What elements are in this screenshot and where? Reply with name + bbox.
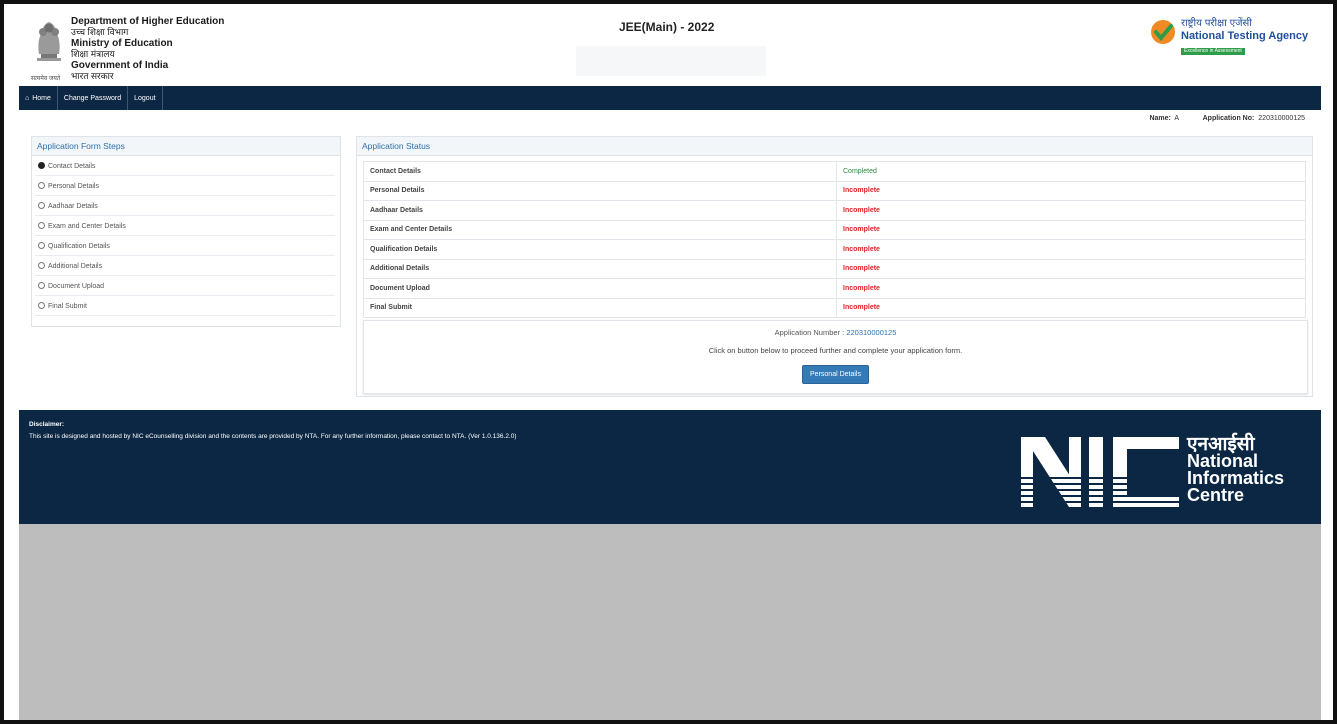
dept-line: Ministry of Education bbox=[71, 38, 173, 49]
section-name: Aadhaar Details bbox=[363, 200, 837, 221]
circle-icon bbox=[38, 242, 45, 249]
nta-brand: राष्ट्रीय परीक्षा एजेंसी National Testin… bbox=[1181, 18, 1308, 55]
form-steps-panel: Application Form Steps Contact Details P… bbox=[31, 136, 341, 327]
nav-logout[interactable]: Logout bbox=[128, 86, 163, 110]
status-table: Contact Details Completed Personal Detail… bbox=[363, 161, 1306, 318]
step-label: Contact Details bbox=[48, 163, 96, 170]
nta-tagline: Excellence in Assessment bbox=[1181, 48, 1245, 55]
table-row: Qualification Details Incomplete bbox=[363, 239, 1306, 260]
table-row: Personal Details Incomplete bbox=[363, 180, 1306, 201]
proceed-instruction: Click on button below to proceed further… bbox=[708, 346, 963, 355]
table-row: Aadhaar Details Incomplete bbox=[363, 200, 1306, 221]
application-status-title: Application Status bbox=[357, 137, 1312, 156]
circle-icon bbox=[38, 282, 45, 289]
section-name: Exam and Center Details bbox=[363, 219, 837, 240]
section-name: Document Upload bbox=[363, 278, 837, 299]
nta-name: National Testing Agency bbox=[1181, 30, 1309, 42]
dept-line: भारत सरकार bbox=[71, 71, 114, 81]
section-name: Personal Details bbox=[363, 180, 837, 201]
step-personal-details[interactable]: Personal Details bbox=[35, 177, 335, 196]
step-document-upload[interactable]: Document Upload bbox=[35, 277, 335, 296]
top-navbar: ⌂ Home Change Password Logout bbox=[19, 86, 1321, 110]
step-qualification-details[interactable]: Qualification Details bbox=[35, 237, 335, 256]
header-banner-placeholder bbox=[576, 46, 766, 76]
application-number-label: Application Number : bbox=[774, 328, 845, 337]
nta-check-logo-icon bbox=[1151, 20, 1175, 44]
emblem-caption: सत्यमेव जयते bbox=[31, 76, 61, 82]
application-no-value: 220310000125 bbox=[1258, 115, 1305, 122]
circle-icon bbox=[38, 202, 45, 209]
home-icon: ⌂ bbox=[25, 94, 30, 102]
circle-icon bbox=[38, 262, 45, 269]
dept-line: Government of India bbox=[71, 60, 169, 71]
step-additional-details[interactable]: Additional Details bbox=[35, 257, 335, 276]
circle-icon bbox=[38, 182, 45, 189]
dept-line: शिक्षा मंत्रालय bbox=[71, 49, 115, 59]
site-footer: Disclaimer: This site is designed and ho… bbox=[19, 410, 1321, 524]
exam-title: JEE(Main) - 2022 bbox=[619, 20, 715, 34]
section-name: Additional Details bbox=[363, 258, 837, 279]
user-info-bar: Name: A Application No: 220310000125 bbox=[1149, 115, 1305, 122]
step-label: Qualification Details bbox=[48, 243, 110, 250]
section-status: Incomplete bbox=[836, 297, 1306, 318]
application-status-panel: Application Status Contact Details Comple… bbox=[356, 136, 1313, 397]
step-label: Document Upload bbox=[48, 283, 105, 290]
section-status: Completed bbox=[836, 161, 1306, 182]
section-name: Qualification Details bbox=[363, 239, 837, 260]
nic-name-line: Centre bbox=[1187, 485, 1245, 505]
name-value: A bbox=[1174, 115, 1179, 122]
circle-icon bbox=[38, 302, 45, 309]
step-label: Exam and Center Details bbox=[48, 223, 126, 230]
application-number-value: 220310000125 bbox=[846, 328, 897, 337]
proceed-box: Application Number : 220310000125 Click … bbox=[363, 320, 1308, 394]
dept-line: Department of Higher Education bbox=[71, 16, 225, 27]
section-status: Incomplete bbox=[836, 200, 1306, 221]
circle-icon bbox=[38, 222, 45, 229]
step-exam-center-details[interactable]: Exam and Center Details bbox=[35, 217, 335, 236]
section-status: Incomplete bbox=[836, 219, 1306, 240]
application-no-label: Application No: bbox=[1202, 115, 1255, 122]
name-label: Name: bbox=[1149, 115, 1171, 122]
nta-hindi-name: राष्ट्रीय परीक्षा एजेंसी bbox=[1181, 18, 1252, 29]
step-aadhaar-details[interactable]: Aadhaar Details bbox=[35, 197, 335, 216]
national-emblem-icon bbox=[37, 22, 61, 61]
table-row: Contact Details Completed bbox=[363, 161, 1306, 182]
form-steps-title: Application Form Steps bbox=[32, 137, 340, 156]
table-row: Additional Details Incomplete bbox=[363, 258, 1306, 279]
step-label: Additional Details bbox=[48, 263, 103, 270]
empty-page-area bbox=[19, 524, 1321, 720]
section-status: Incomplete bbox=[836, 258, 1306, 279]
nic-brand: एनआईसी National Informatics Centre bbox=[1187, 435, 1284, 505]
nic-logo-icon bbox=[1021, 437, 1179, 507]
nav-home[interactable]: ⌂ Home bbox=[19, 86, 58, 110]
step-contact-details[interactable]: Contact Details bbox=[35, 157, 335, 176]
page: Department of Higher Education उच्च शिक्… bbox=[19, 4, 1321, 720]
ministry-block: Department of Higher Education उच्च शिक्… bbox=[31, 16, 225, 82]
step-label: Aadhaar Details bbox=[48, 203, 98, 210]
browser-frame: Department of Higher Education उच्च शिक्… bbox=[0, 0, 1337, 724]
section-name: Final Submit bbox=[363, 297, 837, 318]
nav-home-label: Home bbox=[32, 94, 51, 102]
section-name: Contact Details bbox=[363, 161, 837, 182]
table-row: Exam and Center Details Incomplete bbox=[363, 219, 1306, 240]
disclaimer-title: Disclaimer: bbox=[29, 421, 65, 428]
table-row: Document Upload Incomplete bbox=[363, 278, 1306, 299]
section-status: Incomplete bbox=[836, 278, 1306, 299]
step-label: Personal Details bbox=[48, 183, 99, 190]
section-status: Incomplete bbox=[836, 239, 1306, 260]
check-circle-icon bbox=[38, 162, 45, 169]
section-status: Incomplete bbox=[836, 180, 1306, 201]
site-header: Department of Higher Education उच्च शिक्… bbox=[19, 4, 1321, 86]
disclaimer-text: This site is designed and hosted by NIC … bbox=[29, 433, 517, 440]
step-final-submit[interactable]: Final Submit bbox=[35, 297, 335, 316]
nav-change-password[interactable]: Change Password bbox=[58, 86, 129, 110]
table-row: Final Submit Incomplete bbox=[363, 297, 1306, 318]
personal-details-button[interactable]: Personal Details bbox=[802, 365, 869, 384]
step-label: Final Submit bbox=[48, 303, 87, 310]
application-number-line: Application Number : 220310000125 bbox=[364, 328, 1307, 337]
dept-line: उच्च शिक्षा विभाग bbox=[71, 27, 129, 37]
